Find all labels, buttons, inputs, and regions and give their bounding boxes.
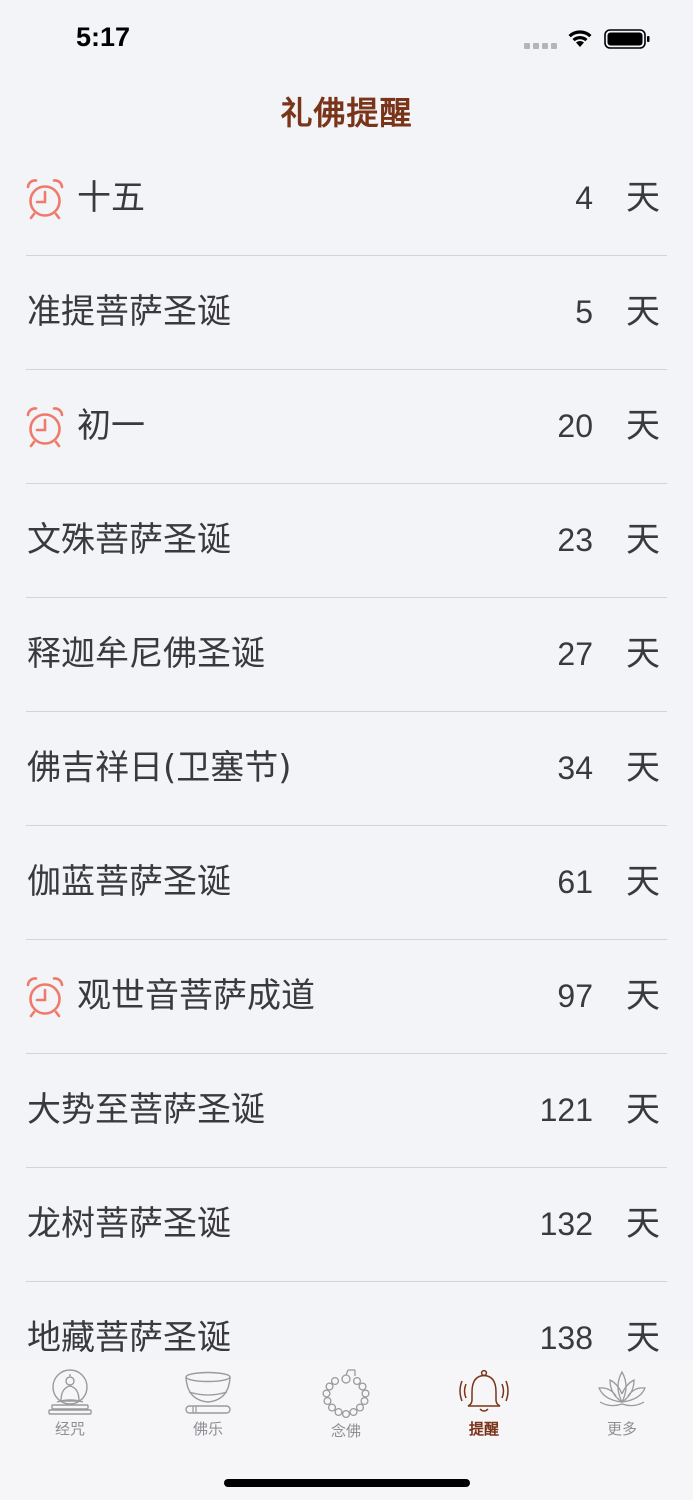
reminder-row[interactable]: 龙树菩萨圣诞 132 天 [0,1168,693,1282]
wifi-icon [568,30,592,47]
days-count: 5 [575,294,593,330]
tab-label: 念佛 [330,1422,361,1440]
days-unit: 天 [626,1204,660,1244]
days-unit: 天 [626,178,660,218]
tab-label: 经咒 [54,1420,85,1438]
days-count: 34 [557,750,593,786]
days-unit: 天 [626,748,660,788]
reminder-name: 观世音菩萨成道 [77,976,315,1016]
bell-icon [459,1369,509,1412]
reminder-row[interactable]: 佛吉祥日(卫塞节) 34 天 [0,712,693,826]
days-unit: 天 [626,1090,660,1130]
status-bar: 5:17 [0,0,693,80]
prayer-beads-icon [322,1369,370,1418]
reminder-name: 伽蓝菩萨圣诞 [27,862,231,902]
status-time: 5:17 [76,22,131,52]
battery-icon [604,29,650,49]
singing-bowl-icon [185,1371,231,1414]
tab-music[interactable]: 佛乐 [158,1368,258,1448]
page-title: 礼佛提醒 [280,94,413,132]
reminder-name: 十五 [77,178,145,218]
tab-label: 提醒 [468,1420,499,1438]
days-unit: 天 [626,292,660,332]
reminder-row[interactable]: 初一 20 天 [0,370,693,484]
cellular-signal-icon [524,43,558,49]
tab-more[interactable]: 更多 [572,1368,672,1448]
reminder-row[interactable]: 伽蓝菩萨圣诞 61 天 [0,826,693,940]
alarm-clock-icon [25,406,65,448]
reminder-name: 准提菩萨圣诞 [27,292,231,332]
alarm-clock-icon [25,976,65,1018]
tab-chant[interactable]: 念佛 [296,1368,396,1448]
reminder-list: 十五 4 天准提菩萨圣诞 5 天初一 20 天文殊菩萨圣诞 23 天释迦牟尼佛圣诞 27 天佛吉祥日… [0,142,693,1396]
reminder-row[interactable]: 准提菩萨圣诞 5 天 [0,256,693,370]
days-count: 121 [539,1092,593,1128]
reminder-row[interactable]: 大势至菩萨圣诞 121 天 [0,1054,693,1168]
tab-label: 更多 [606,1420,637,1438]
days-count: 27 [557,636,593,672]
tab-label: 佛乐 [192,1420,223,1438]
reminder-name: 大势至菩萨圣诞 [27,1090,265,1130]
reminder-name: 龙树菩萨圣诞 [27,1204,231,1244]
reminder-name: 初一 [77,406,145,446]
reminder-name: 佛吉祥日(卫塞节) [27,748,292,788]
reminder-row[interactable]: 观世音菩萨成道 97 天 [0,940,693,1054]
alarm-clock-icon [25,178,65,220]
days-unit: 天 [626,1318,660,1358]
days-count: 138 [539,1320,593,1356]
reminder-row[interactable]: 释迦牟尼佛圣诞 27 天 [0,598,693,712]
tab-scriptures[interactable]: 经咒 [20,1368,120,1448]
days-unit: 天 [626,862,660,902]
reminder-row[interactable]: 十五 4 天 [0,142,693,256]
days-count: 61 [557,864,593,900]
days-count: 20 [557,408,593,444]
days-unit: 天 [626,406,660,446]
days-unit: 天 [626,634,660,674]
reminder-name: 释迦牟尼佛圣诞 [27,634,265,674]
reminder-row[interactable]: 文殊菩萨圣诞 23 天 [0,484,693,598]
buddha-icon [48,1369,92,1415]
days-count: 132 [539,1206,593,1242]
reminder-name: 地藏菩萨圣诞 [27,1318,231,1358]
days-count: 4 [575,180,593,216]
lotus-icon [598,1370,646,1407]
tab-reminder[interactable]: 提醒 [434,1368,534,1448]
days-count: 23 [557,522,593,558]
days-count: 97 [557,978,593,1014]
days-unit: 天 [626,520,660,560]
days-unit: 天 [626,976,660,1016]
reminder-name: 文殊菩萨圣诞 [27,520,231,560]
home-indicator [224,1479,470,1487]
